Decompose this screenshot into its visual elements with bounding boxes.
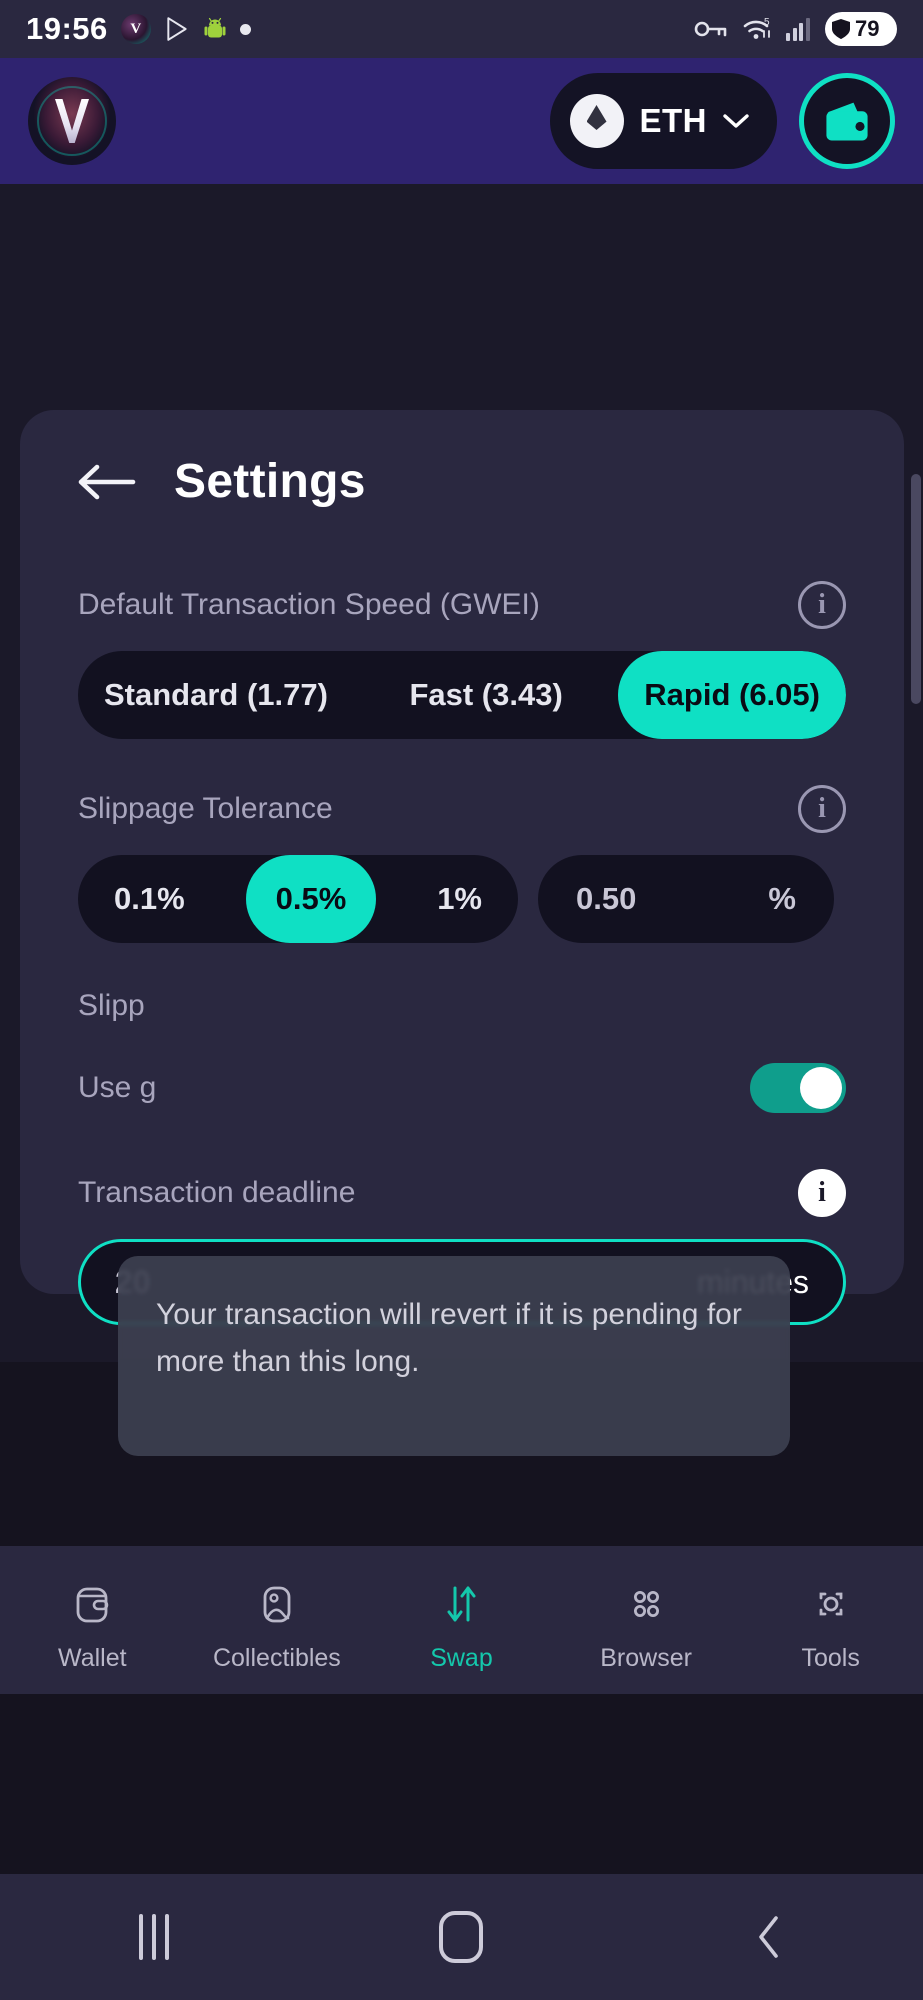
slippage-custom-input[interactable]: 0.50 %: [538, 855, 834, 943]
nav-item-wallet[interactable]: Wallet: [12, 1578, 172, 1673]
slippage-segmented-control: 0.1% 0.5% 1%: [78, 855, 518, 943]
deadline-info-icon[interactable]: i: [798, 1169, 846, 1217]
ethereum-diamond-icon: [586, 105, 607, 130]
chevron-down-icon: [723, 113, 749, 129]
nav-label-tools: Tools: [801, 1643, 860, 1672]
chain-selector[interactable]: ETH: [549, 73, 777, 169]
slippage-section-header: Slippage Tolerance i: [78, 785, 846, 833]
app-screen: 19:56 V 5 79 ETH Settings Default Transa…: [0, 0, 923, 2000]
vpn-key-icon: [694, 18, 728, 40]
settings-card: Settings Default Transaction Speed (GWEI…: [20, 410, 904, 1325]
swap-arrows-icon: [435, 1578, 487, 1630]
app-header: ETH: [0, 58, 923, 184]
back-icon[interactable]: [724, 1907, 814, 1967]
wallet-button[interactable]: [799, 73, 895, 169]
speed-label: Default Transaction Speed (GWEI): [78, 588, 540, 621]
wifi-icon: 5: [741, 16, 773, 42]
slippage-option-01[interactable]: 0.1%: [84, 855, 215, 943]
android-robot-icon: [203, 16, 227, 43]
nav-item-swap[interactable]: Swap: [381, 1578, 541, 1673]
image-icon: [251, 1578, 303, 1630]
slippage-custom-value: 0.50: [576, 881, 637, 916]
grid-icon: [620, 1578, 672, 1630]
brand-logo-icon[interactable]: [28, 77, 116, 165]
speed-option-rapid[interactable]: Rapid (6.05): [618, 651, 846, 739]
speed-segmented-control: Standard (1.77) Fast (3.43) Rapid (6.05): [78, 651, 846, 739]
slippage-option-1[interactable]: 1%: [407, 855, 512, 943]
deadline-label: Transaction deadline: [78, 1176, 356, 1209]
nav-item-tools[interactable]: Tools: [751, 1578, 911, 1673]
deadline-section-header: Transaction deadline i: [78, 1169, 846, 1217]
home-icon[interactable]: [416, 1907, 506, 1967]
gas-toggle-switch[interactable]: [750, 1063, 846, 1113]
slippage-options: 0.1% 0.5% 1% 0.50 %: [78, 855, 846, 943]
speed-option-standard[interactable]: Standard (1.77): [78, 651, 354, 739]
slippage-info-icon[interactable]: i: [798, 785, 846, 833]
nav-item-browser[interactable]: Browser: [566, 1578, 726, 1673]
content-area: Settings Default Transaction Speed (GWEI…: [0, 184, 923, 1694]
wallet-icon: [826, 102, 868, 141]
cellular-signal-icon: [786, 17, 812, 41]
speed-info-icon[interactable]: i: [798, 581, 846, 629]
slippage-option-05[interactable]: 0.5%: [245, 855, 377, 943]
speed-option-fast[interactable]: Fast (3.43): [383, 651, 588, 739]
status-bar-left: 19:56 V: [26, 11, 251, 47]
app-v-logo-icon: V: [120, 14, 151, 44]
nav-label-swap: Swap: [430, 1643, 493, 1672]
arrow-left-icon[interactable]: [78, 464, 136, 500]
status-bar: 19:56 V 5 79: [0, 0, 923, 58]
recents-icon[interactable]: [109, 1907, 199, 1967]
settings-header: Settings: [78, 454, 846, 509]
nav-item-collectibles[interactable]: Collectibles: [197, 1578, 357, 1673]
gas-toggle-label: Use g: [78, 1071, 157, 1104]
nav-label-browser: Browser: [600, 1643, 692, 1672]
battery-percent: 79: [855, 16, 880, 41]
toggle-knob: [800, 1067, 842, 1109]
battery-shield-icon: [831, 18, 851, 40]
svg-text:5: 5: [764, 17, 770, 28]
system-nav-bar: [0, 1874, 923, 2000]
speed-section-header: Default Transaction Speed (GWEI) i: [78, 581, 846, 629]
chain-symbol: ETH: [639, 102, 707, 139]
gas-toggle-row: Use g: [78, 1063, 846, 1113]
slippage-obscured-row: Slipp: [78, 989, 846, 1023]
tooltip-text: Your transaction will revert if it is pe…: [156, 1298, 742, 1378]
status-bar-clock: 19:56: [26, 11, 108, 46]
scan-icon: [805, 1578, 857, 1630]
tooltip: Your transaction will revert if it is pe…: [118, 1256, 790, 1456]
scrollbar[interactable]: [911, 474, 921, 704]
dot-icon: [239, 23, 251, 35]
page-title: Settings: [174, 455, 366, 508]
nav-label-collectibles: Collectibles: [212, 1643, 341, 1672]
nav-label-wallet: Wallet: [58, 1643, 127, 1672]
slippage-custom-unit: %: [768, 881, 796, 916]
brand-v-mark-icon: [55, 99, 89, 143]
slippage-obscured-label: Slipp: [78, 989, 145, 1022]
slippage-label: Slippage Tolerance: [78, 792, 333, 825]
play-store-icon: [164, 16, 190, 42]
wallet-icon: [66, 1578, 118, 1630]
status-bar-right: 5 79: [694, 12, 897, 46]
speed-options: Standard (1.77) Fast (3.43) Rapid (6.05): [78, 651, 846, 739]
bottom-nav: Wallet Collectibles Swap Browser Tools: [0, 1546, 923, 1694]
battery-icon: 79: [825, 12, 897, 46]
ethereum-icon: [569, 94, 624, 148]
